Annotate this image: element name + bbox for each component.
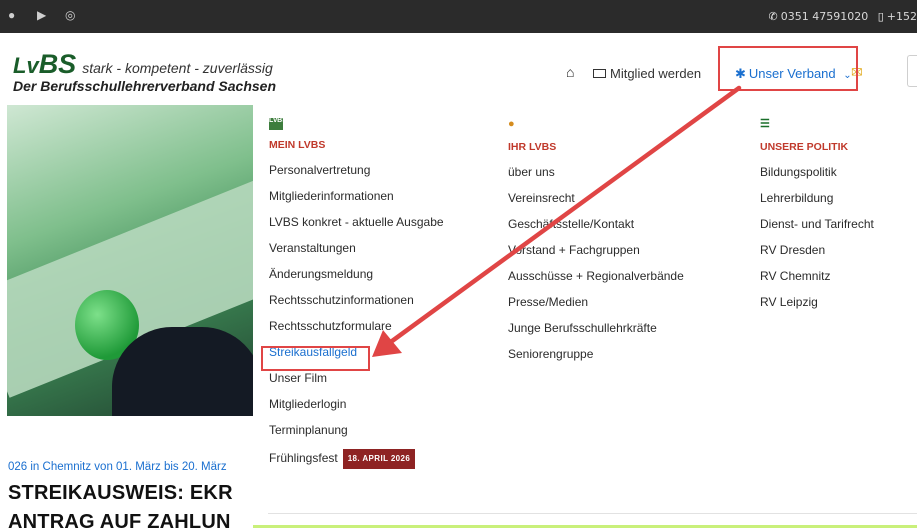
menu-item[interactable]: Seniorengruppe: [508, 347, 684, 373]
menu-item[interactable]: Geschäftsstelle/Kontakt: [508, 217, 684, 243]
menu-item[interactable]: Terminplanung: [269, 423, 444, 449]
date-badge: 18. APRIL 2026: [342, 449, 416, 469]
menu-item[interactable]: Vorstand + Fachgruppen: [508, 243, 684, 269]
menu-item[interactable]: LVBS konkret - aktuelle Ausgabe: [269, 215, 444, 241]
nav-member-label: Mitglied werden: [610, 66, 702, 81]
mobile-icon: ▯: [877, 10, 884, 23]
menu-item[interactable]: Frühlingsfest 18. APRIL 2026: [269, 449, 444, 475]
menu-column-title: MEIN LVBS: [269, 139, 326, 151]
user-icon: ●: [508, 118, 515, 130]
menu-item[interactable]: Mitgliederlogin: [269, 397, 444, 423]
menu-item[interactable]: über uns: [508, 165, 684, 191]
highlight-box-verband: [718, 46, 858, 91]
menu-column-title: UNSERE POLITIK: [760, 141, 849, 153]
article-snippet[interactable]: 026 in Chemnitz von 01. März bis 20. Mär…: [8, 461, 227, 473]
menu-column-ihr-lvbs: ● IHR LVBS über uns Vereinsrecht Geschäf…: [508, 118, 684, 373]
article-title-2[interactable]: ANTRAG AUF ZAHLUN: [8, 511, 231, 528]
menu-item[interactable]: Änderungsmeldung: [269, 267, 444, 293]
menu-item[interactable]: RV Leipzig: [760, 295, 874, 321]
nav-mitglied-werden[interactable]: Mitglied werden: [593, 66, 701, 81]
logo-tagline: stark - kompetent - zuverlässig: [82, 60, 273, 76]
menu-item[interactable]: Presse/Medien: [508, 295, 684, 321]
phone-icon: ✆: [768, 10, 778, 23]
menu-item[interactable]: RV Chemnitz: [760, 269, 874, 295]
logo-wordmark: LvBS: [13, 49, 77, 79]
hero-image: [7, 105, 253, 416]
phone-number[interactable]: 0351 47591020: [781, 10, 868, 23]
lvbs-logo-icon: LvBS: [269, 117, 287, 130]
menu-column-unsere-politik: ☰ UNSERE POLITIK Bildungspolitik Lehrerb…: [760, 118, 874, 321]
menu-item[interactable]: Junge Berufsschullehrkräfte: [508, 321, 684, 347]
top-bar: ● ▶ ◎ ✆ 0351 47591020 ▯ +152: [0, 0, 917, 33]
menu-item[interactable]: Lehrerbildung: [760, 191, 874, 217]
menu-item[interactable]: Rechtsschutzformulare: [269, 319, 444, 345]
divider: [268, 513, 917, 514]
site-logo[interactable]: LvBS stark - kompetent - zuverlässig Der…: [13, 49, 276, 94]
menu-item[interactable]: RV Dresden: [760, 243, 874, 269]
mobile-number[interactable]: +152: [887, 10, 917, 23]
menu-column-mein-lvbs: LvBS MEIN LVBS Personalvertretung Mitgli…: [269, 117, 444, 475]
menu-item[interactable]: Unser Film: [269, 371, 444, 397]
menu-item[interactable]: Ausschüsse + Regionalverbände: [508, 269, 684, 295]
youtube-icon[interactable]: ▶: [37, 8, 46, 22]
article-title[interactable]: STREIKAUSWEIS: EKR: [8, 482, 233, 505]
logo-subtitle: Der Berufsschullehrerverband Sachsen: [13, 78, 276, 94]
highlight-box-streikausfallgeld: [261, 346, 370, 371]
person-silhouette: [112, 327, 253, 416]
instagram-icon[interactable]: ◎: [65, 8, 75, 22]
menu-item[interactable]: Mitgliederinformationen: [269, 189, 444, 215]
menu-item[interactable]: Personalvertretung: [269, 163, 444, 189]
contact-info: ✆ 0351 47591020 ▯ +152: [769, 10, 917, 23]
home-icon[interactable]: ⌂: [566, 64, 574, 80]
menu-item[interactable]: Veranstaltungen: [269, 241, 444, 267]
saxony-crest-icon: ☰: [760, 118, 770, 130]
menu-item[interactable]: Vereinsrecht: [508, 191, 684, 217]
search-box[interactable]: [907, 55, 917, 87]
menu-column-title: IHR LVBS: [508, 141, 557, 153]
facebook-icon[interactable]: ●: [8, 8, 15, 22]
menu-item[interactable]: Bildungspolitik: [760, 165, 874, 191]
menu-item[interactable]: Dienst- und Tarifrecht: [760, 217, 874, 243]
monitor-icon: [593, 69, 606, 78]
menu-item[interactable]: Rechtsschutzinformationen: [269, 293, 444, 319]
